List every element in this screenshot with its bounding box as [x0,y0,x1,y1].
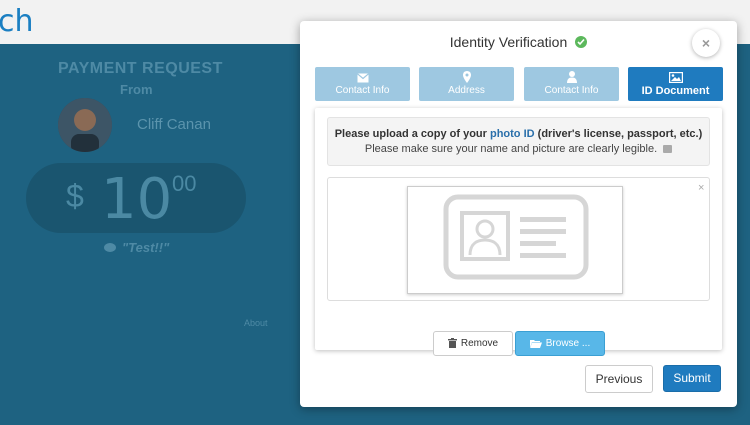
submit-button[interactable]: Submit [663,365,721,392]
envelope-icon [315,70,410,85]
remove-label: Remove [460,338,499,349]
sender-name: Cliff Canan [137,116,211,133]
upload-panel: Please upload a copy of your photo ID (d… [315,108,722,356]
step-label: Address [448,85,485,96]
currency-symbol: $ [66,178,84,214]
step-address[interactable]: Address [419,67,514,101]
step-id-document[interactable]: ID Document [628,67,723,101]
check-circle-icon [575,36,588,48]
step-label: Contact Info [335,85,390,96]
dropzone-clear-button[interactable]: × [698,182,704,194]
verification-steps: Contact Info Address Contact Info ID Doc… [315,67,723,101]
trash-icon [447,334,457,357]
instruction-suffix: (driver's license, passport, etc.) [534,128,703,140]
identity-verification-modal: Identity Verification × Contact Info Add… [300,21,737,407]
upload-instruction-line: Please upload a copy of your photo ID (d… [328,128,709,140]
amount-display: $ 10 00 [26,163,246,233]
modal-title: Identity Verification [300,34,737,50]
user-icon [524,70,619,85]
browse-button[interactable]: Browse ... [515,331,605,356]
payment-note-text: "Test!!" [122,240,170,255]
from-label: From [120,82,153,97]
payment-request-title: PAYMENT REQUEST [58,60,223,77]
avatar [58,98,112,152]
file-dropzone[interactable]: × [327,177,710,301]
comment-icon [104,243,116,252]
step-contact-info[interactable]: Contact Info [315,67,410,101]
modal-title-text: Identity Verification [449,34,568,50]
image-icon [628,70,723,85]
payment-note: "Test!!" [104,240,169,255]
step-contact-info-2[interactable]: Contact Info [524,67,619,101]
amount-cents: 00 [172,171,197,196]
thumbs-up-icon [663,145,673,153]
id-card-placeholder [407,186,623,294]
remove-button[interactable]: Remove [433,331,513,356]
upload-hint-text: Please make sure your name and picture a… [364,143,658,155]
folder-open-icon [529,334,542,357]
previous-button[interactable]: Previous [585,365,653,393]
close-button[interactable]: × [692,29,720,57]
map-marker-icon [419,70,514,85]
instruction-prefix: Please upload a copy of your [334,128,490,140]
upload-hint: Please make sure your name and picture a… [328,143,709,155]
step-label: ID Document [641,85,710,97]
amount-whole: 10 [101,167,173,232]
browse-label: Browse ... [545,338,591,349]
photo-id-link[interactable]: photo ID [490,128,535,140]
id-card-icon [443,194,589,280]
logo: ch [0,4,34,39]
upload-instructions: Please upload a copy of your photo ID (d… [327,117,710,166]
step-label: Contact Info [544,85,599,96]
about-link[interactable]: About [244,318,268,328]
